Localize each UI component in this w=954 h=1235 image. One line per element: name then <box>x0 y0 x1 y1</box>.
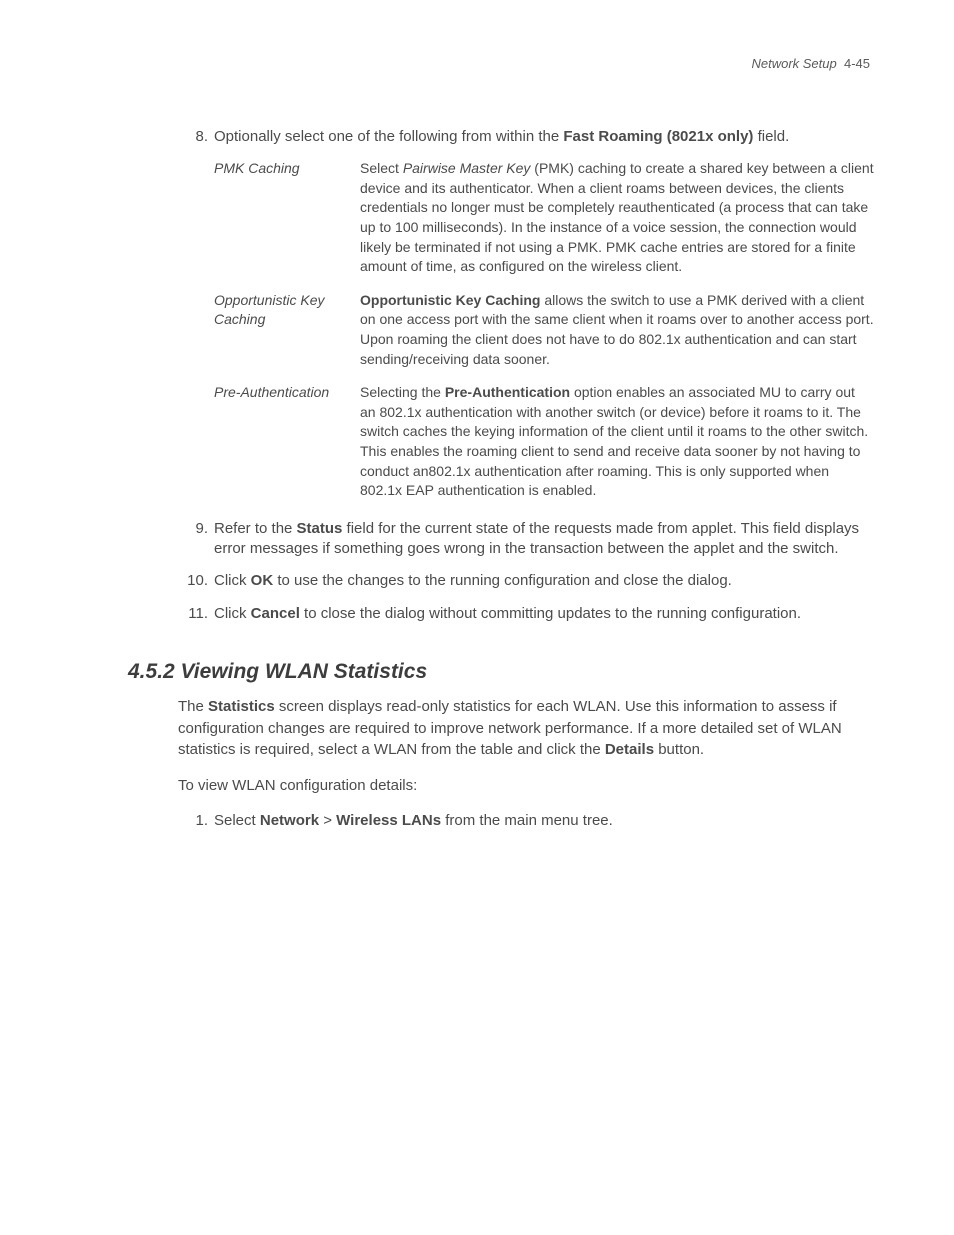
fast-roaming-field-label: Fast Roaming (8021x only) <box>563 128 753 145</box>
step-11: 11. Click Cancel to close the dialog wit… <box>184 604 874 624</box>
statistics-screen-label: Statistics <box>208 698 275 715</box>
table-row: PMK Caching Select Pairwise Master Key (… <box>214 159 874 277</box>
step-number: 8. <box>184 127 208 147</box>
ok-button-label: OK <box>251 572 274 589</box>
step-body: Refer to the Status field for the curren… <box>214 519 874 560</box>
section-heading: 4.5.2 Viewing WLAN Statistics <box>128 660 874 684</box>
term-pmk-caching: PMK Caching <box>214 159 342 277</box>
table-row: Pre-Authentication Selecting the Pre-Aut… <box>214 383 874 501</box>
definition-table: PMK Caching Select Pairwise Master Key (… <box>214 159 874 501</box>
section-step-1: 1. Select Network > Wireless LANs from t… <box>184 811 874 831</box>
section-paragraph: To view WLAN configuration details: <box>178 775 874 797</box>
step-body: Select Network > Wireless LANs from the … <box>214 811 874 831</box>
page-number: 4-45 <box>844 56 870 71</box>
step-8: 8. Optionally select one of the followin… <box>184 127 874 147</box>
def-pre-authentication: Selecting the Pre-Authentication option … <box>360 383 874 501</box>
def-pmk-caching: Select Pairwise Master Key (PMK) caching… <box>360 159 874 277</box>
step-9: 9. Refer to the Status field for the cur… <box>184 519 874 560</box>
section-paragraph: The Statistics screen displays read-only… <box>178 696 874 761</box>
term-pre-authentication: Pre-Authentication <box>214 383 342 501</box>
wireless-lans-menu-label: Wireless LANs <box>336 812 441 829</box>
table-row: Opportunistic Key Caching Opportunistic … <box>214 291 874 369</box>
cancel-button-label: Cancel <box>251 605 300 622</box>
page-header: Network Setup 4-45 <box>128 56 874 71</box>
status-field-label: Status <box>297 520 343 537</box>
step-10: 10. Click OK to use the changes to the r… <box>184 571 874 591</box>
step-body: Click Cancel to close the dialog without… <box>214 604 874 624</box>
network-menu-label: Network <box>260 812 319 829</box>
step-body: Click OK to use the changes to the runni… <box>214 571 874 591</box>
term-opportunistic-key-caching: Opportunistic Key Caching <box>214 291 342 369</box>
step-number: 10. <box>184 571 208 591</box>
step-number: 11. <box>184 604 208 624</box>
document-page: Network Setup 4-45 8. Optionally select … <box>0 0 954 1235</box>
step-number: 9. <box>184 519 208 560</box>
step-body: Optionally select one of the following f… <box>214 127 874 147</box>
def-opportunistic-key-caching: Opportunistic Key Caching allows the swi… <box>360 291 874 369</box>
details-button-label: Details <box>605 741 654 758</box>
step-number: 1. <box>184 811 208 831</box>
chapter-title: Network Setup <box>751 56 836 71</box>
